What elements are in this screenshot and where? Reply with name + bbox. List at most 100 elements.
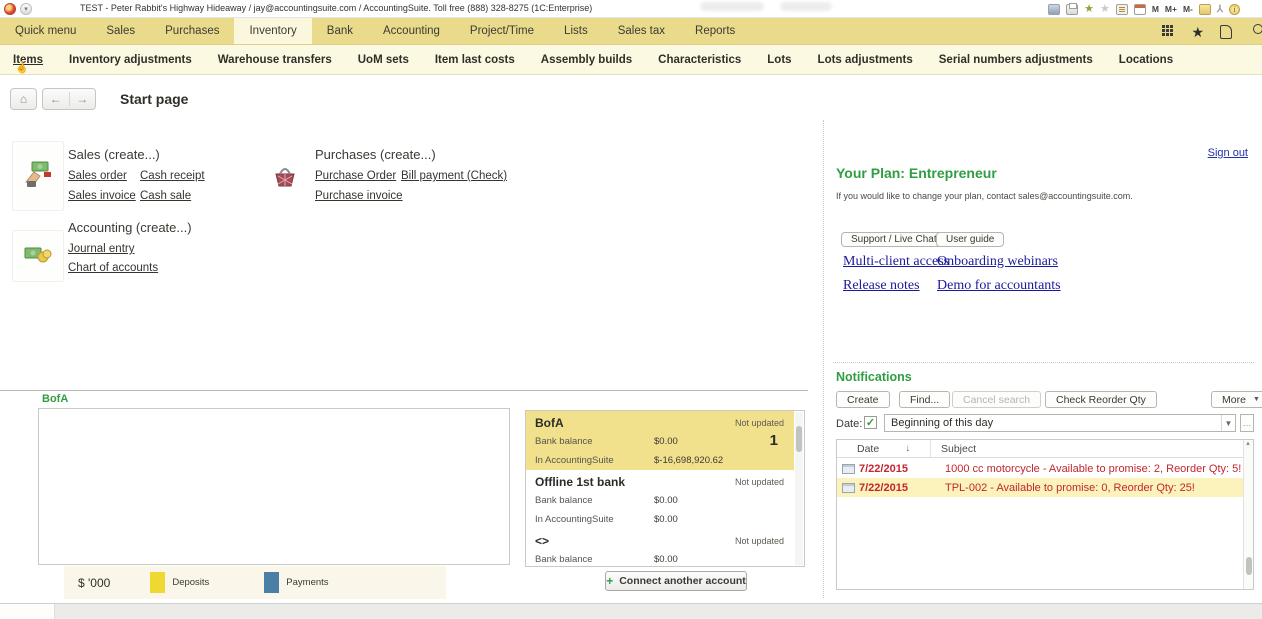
scrollbar-thumb[interactable] <box>1246 557 1252 575</box>
date-more-options-button[interactable]: … <box>1240 414 1254 432</box>
payments-label: Payments <box>286 577 328 588</box>
table-row[interactable]: 7/22/2015 1000 cc motorcycle - Available… <box>837 459 1243 478</box>
submenu-uom-sets[interactable]: UoM sets <box>345 54 422 66</box>
date-filter-label: Date: <box>836 418 862 430</box>
purchases-section-title: Purchases (create...) <box>315 147 436 162</box>
chart-of-accounts-link[interactable]: Chart of accounts <box>68 262 158 274</box>
scrollbar-thumb[interactable] <box>796 426 802 452</box>
info-icon[interactable]: i <box>1229 4 1240 15</box>
bank-account-item[interactable]: <> Not updated Bank balance $0.00 <box>526 529 794 567</box>
nav-history-group: ← → <box>42 88 96 110</box>
date-filter-input-wrap: ▼ <box>884 414 1236 432</box>
favorites-add-icon[interactable]: ★ <box>1084 4 1094 15</box>
submenu-serial-numbers-adjustments[interactable]: Serial numbers adjustments <box>926 54 1106 66</box>
date-dropdown-icon[interactable]: ▼ <box>1221 415 1235 431</box>
purchase-order-link[interactable]: Purchase Order <box>315 170 396 182</box>
history-icon[interactable] <box>1220 25 1232 39</box>
submenu-lots[interactable]: Lots <box>754 54 804 66</box>
accounting-icon <box>24 244 52 266</box>
submenu-warehouse-transfers[interactable]: Warehouse transfers <box>205 54 345 66</box>
more-button[interactable]: More ▼ <box>1211 391 1262 408</box>
sign-out-link[interactable]: Sign out <box>1208 147 1248 159</box>
menu-accounting[interactable]: Accounting <box>368 18 455 44</box>
sales-icon-cell <box>12 141 64 211</box>
purchase-invoice-link[interactable]: Purchase invoice <box>315 190 403 202</box>
back-button[interactable]: ← <box>43 92 70 106</box>
support-live-chat-button[interactable]: Support / Live Chat <box>841 232 947 247</box>
journal-entry-link[interactable]: Journal entry <box>68 243 134 255</box>
page-title: Start page <box>120 91 188 107</box>
connect-another-account-button[interactable]: + Connect another account <box>605 571 747 591</box>
bank-account-item[interactable]: Offline 1st bank Not updated Bank balanc… <box>526 470 794 529</box>
bank-panel-scrollbar[interactable] <box>795 412 803 565</box>
in-accountingsuite-label: In AccountingSuite <box>535 455 614 466</box>
calendar-icon[interactable] <box>1134 4 1146 15</box>
menu-quick-menu[interactable]: Quick menu <box>0 18 91 44</box>
memory-store-button[interactable]: M <box>1152 4 1159 14</box>
scroll-up-icon[interactable]: ▲ <box>1245 441 1251 447</box>
notification-doc-icon <box>842 464 855 474</box>
notifications-scrollbar[interactable]: ▲ <box>1243 440 1253 589</box>
search-icon[interactable] <box>1253 24 1262 34</box>
menu-sales[interactable]: Sales <box>91 18 150 44</box>
submenu-assembly-builds[interactable]: Assembly builds <box>528 54 645 66</box>
release-notes-link[interactable]: Release notes <box>843 278 920 294</box>
row-date: 7/22/2015 <box>859 463 931 475</box>
find-button[interactable]: Find... <box>899 391 950 408</box>
save-icon[interactable] <box>1048 4 1060 15</box>
bank-status: Not updated <box>735 477 784 487</box>
submenu-item-last-costs[interactable]: Item last costs <box>422 54 528 66</box>
cash-sale-link[interactable]: Cash sale <box>140 190 191 202</box>
functions-grid-icon[interactable] <box>1162 25 1175 38</box>
check-reorder-qty-button[interactable]: Check Reorder Qty <box>1045 391 1157 408</box>
submenu-inventory-adjustments[interactable]: Inventory adjustments <box>56 54 205 66</box>
bank-account-item[interactable]: BofA Not updated Bank balance $0.00 1 In… <box>526 411 794 470</box>
submenu-locations[interactable]: Locations <box>1106 54 1186 66</box>
forward-button[interactable]: → <box>70 92 96 106</box>
folder-icon[interactable] <box>1199 4 1211 15</box>
submenu-characteristics[interactable]: Characteristics <box>645 54 754 66</box>
tools-icon[interactable]: ⅄ <box>1217 4 1223 15</box>
favorites-dim-icon[interactable]: ★ <box>1100 4 1110 15</box>
submenu-lots-adjustments[interactable]: Lots adjustments <box>805 54 926 66</box>
menu-purchases[interactable]: Purchases <box>150 18 234 44</box>
menu-sales-tax[interactable]: Sales tax <box>603 18 680 44</box>
connect-button-label: Connect another account <box>619 575 746 587</box>
home-button[interactable]: ⌂ <box>10 88 37 110</box>
sheet-icon[interactable] <box>1116 4 1128 15</box>
create-button[interactable]: Create <box>836 391 890 408</box>
user-guide-button[interactable]: User guide <box>936 232 1004 247</box>
table-row[interactable]: 7/22/2015 TPL-002 - Available to promise… <box>837 478 1243 497</box>
sales-invoice-link[interactable]: Sales invoice <box>68 190 136 202</box>
date-filter-checkbox[interactable]: ✓ <box>864 416 877 429</box>
sales-order-link[interactable]: Sales order <box>68 170 127 182</box>
print-icon[interactable] <box>1066 4 1078 15</box>
onboarding-webinars-link[interactable]: Onboarding webinars <box>937 254 1058 270</box>
section-divider <box>0 390 808 391</box>
memory-plus-button[interactable]: M+ <box>1165 4 1177 14</box>
titlebar-toolbar: ★ ★ M M+ M- ⅄ i <box>1048 2 1240 16</box>
more-button-label: More <box>1222 394 1246 406</box>
in-accountingsuite-value: $0.00 <box>654 514 678 525</box>
demo-for-accountants-link[interactable]: Demo for accountants <box>937 278 1061 294</box>
bank-name: <> <box>535 534 549 548</box>
memory-minus-button[interactable]: M- <box>1183 4 1193 14</box>
vertical-divider <box>823 120 824 598</box>
chevron-down-icon: ▼ <box>1253 396 1260 403</box>
menu-reports[interactable]: Reports <box>680 18 750 44</box>
multi-client-access-link[interactable]: Multi-client access <box>843 254 949 270</box>
row-date: 7/22/2015 <box>859 482 931 494</box>
menu-project-time[interactable]: Project/Time <box>455 18 549 44</box>
favorites-star-icon[interactable]: ★ <box>1191 25 1204 39</box>
bill-payment-check-link[interactable]: Bill payment (Check) <box>401 170 507 182</box>
menu-inventory[interactable]: Inventory <box>234 18 311 44</box>
subject-column-header[interactable]: Subject <box>931 443 976 455</box>
chart-unit-label: $ '000 <box>78 576 110 590</box>
cash-receipt-link[interactable]: Cash receipt <box>140 170 205 182</box>
date-column-header[interactable]: Date ↓ <box>837 440 931 457</box>
menu-bank[interactable]: Bank <box>312 18 368 44</box>
plan-note: If you would like to change your plan, c… <box>836 191 1133 201</box>
window-menu-icon[interactable]: ▾ <box>20 3 32 15</box>
date-filter-input[interactable] <box>885 417 1221 429</box>
menu-lists[interactable]: Lists <box>549 18 603 44</box>
